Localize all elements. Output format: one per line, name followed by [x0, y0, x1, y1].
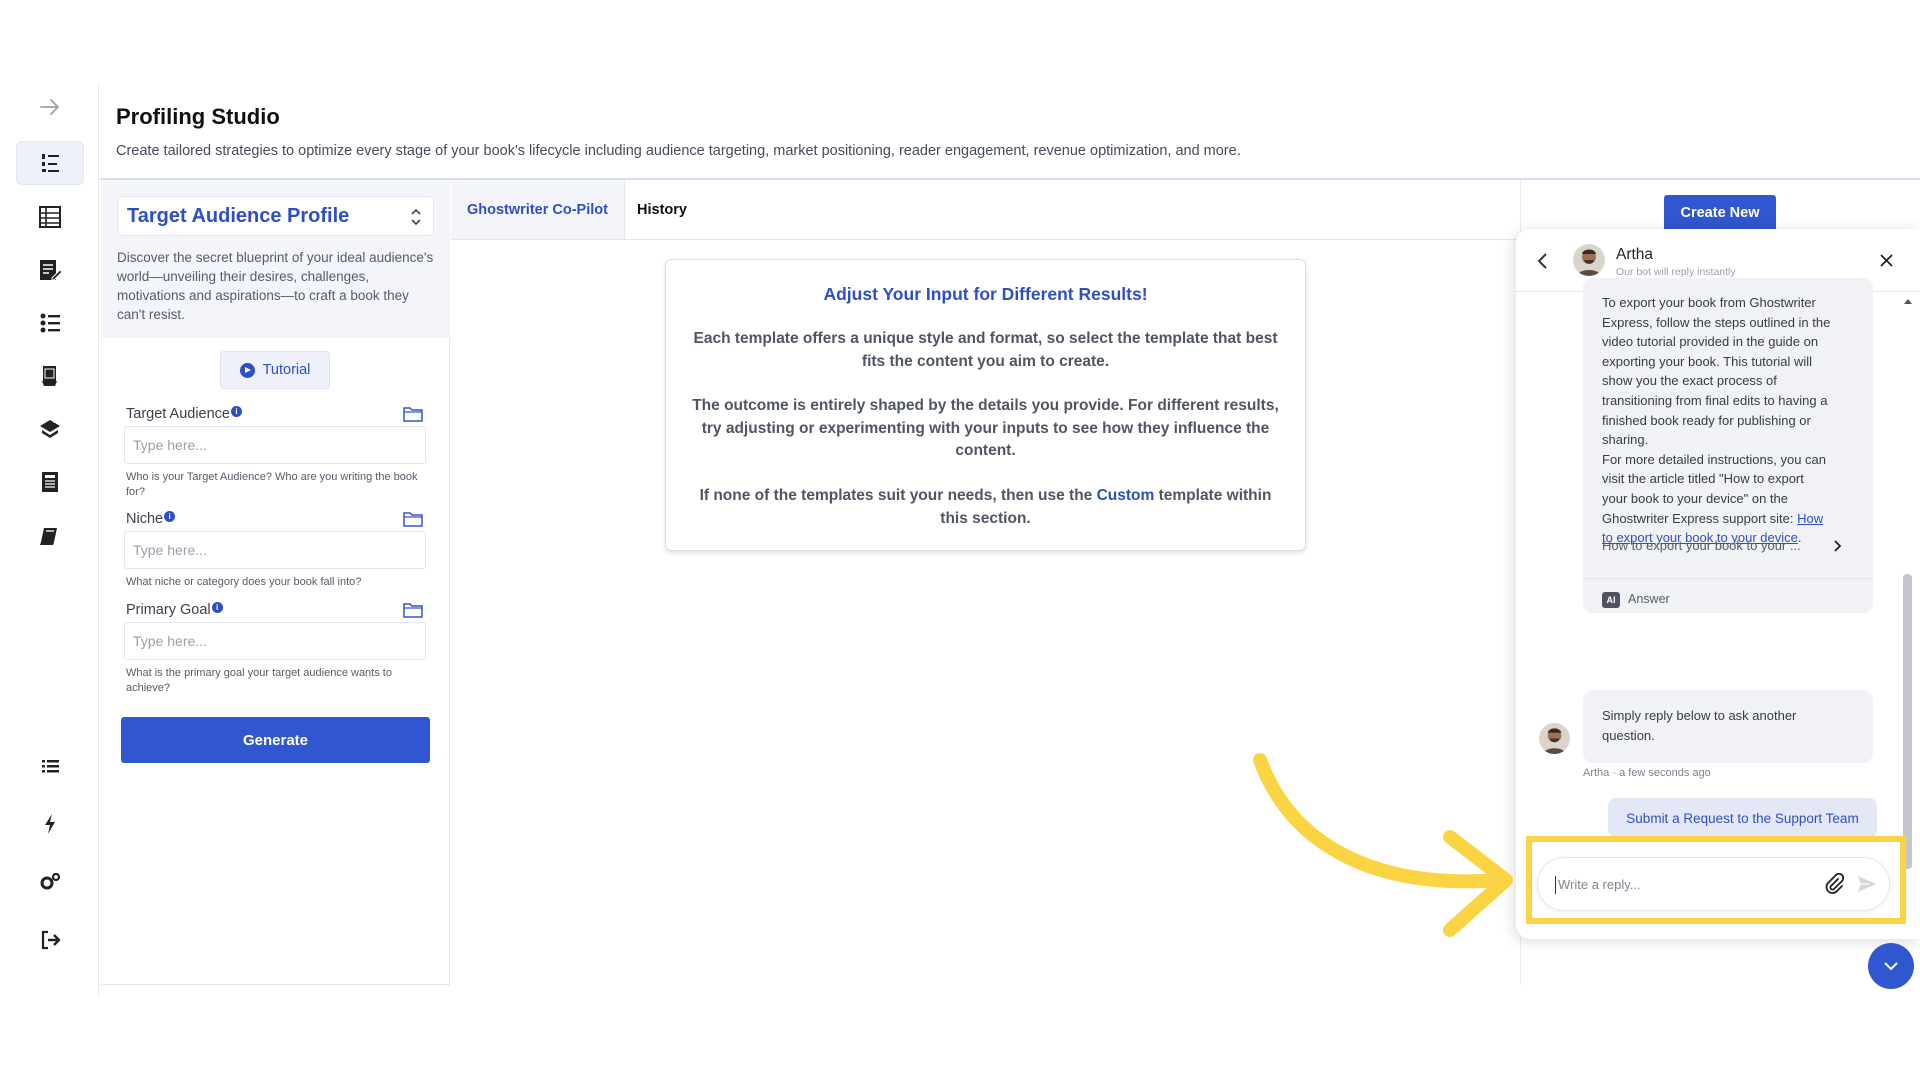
list-numbered-icon	[40, 313, 60, 333]
sidebar-item-lightning[interactable]	[16, 802, 84, 846]
sidebar-item-book[interactable]	[16, 514, 84, 558]
page-subtitle: Create tailored strategies to optimize e…	[116, 143, 1241, 159]
niche-help: What niche or category does your book fa…	[126, 576, 362, 588]
agent-name: Artha	[1616, 246, 1654, 263]
tab-bar: Ghostwriter Co-Pilot History	[451, 180, 1521, 240]
sidebar-item-book-stand[interactable]	[16, 354, 84, 398]
folder-icon[interactable]	[403, 511, 423, 527]
chevron-left-icon[interactable]	[1536, 251, 1550, 271]
chat-widget: Artha Our bot will reply instantly To ex…	[1516, 229, 1920, 939]
answer-message: To export your book from Ghostwriter Exp…	[1583, 278, 1873, 613]
followup-message: Simply reply below to ask another questi…	[1583, 690, 1873, 763]
sidebar-item-settings[interactable]	[16, 860, 84, 904]
avatar	[1539, 723, 1570, 754]
generate-button[interactable]: Generate	[121, 717, 430, 763]
sidebar-item-editor[interactable]	[16, 248, 84, 292]
sidebar-item-table[interactable]	[16, 195, 84, 239]
ai-answer-tag: AI Answer	[1602, 590, 1670, 610]
target-audience-label: Target Audience i	[126, 406, 242, 422]
answer-text: To export your book from Ghostwriter Exp…	[1602, 295, 1831, 546]
profile-type-select[interactable]: Target Audience Profile	[117, 196, 434, 236]
tab-history[interactable]: History	[637, 180, 687, 239]
info-card-para-3: If none of the templates suit your needs…	[699, 487, 1272, 527]
book-stand-icon	[42, 366, 57, 386]
list-icon	[42, 760, 59, 773]
scroll-up-arrow-icon[interactable]	[1904, 299, 1912, 304]
info-card-para-2: The outcome is entirely shaped by the de…	[692, 397, 1279, 459]
folder-icon[interactable]	[403, 602, 423, 618]
notebook-pencil-icon	[40, 418, 60, 438]
annotation-arrow-icon	[1253, 753, 1513, 937]
tutorial-label: Tutorial	[262, 362, 311, 378]
play-icon	[239, 362, 255, 378]
lightning-icon	[45, 814, 55, 834]
chevron-down-icon	[1884, 962, 1898, 971]
table-icon	[39, 206, 61, 228]
profile-form-panel: Target Audience Profile Discover the sec…	[101, 180, 450, 985]
folder-icon[interactable]	[403, 406, 423, 422]
list-ordered-icon	[42, 154, 59, 172]
sidebar-item-list[interactable]	[16, 744, 84, 788]
source-title: How to export your book to your ...	[1602, 538, 1801, 554]
chevron-right-icon	[1834, 540, 1842, 552]
chat-toggle-button[interactable]	[1868, 943, 1914, 989]
niche-input[interactable]	[124, 531, 426, 569]
sidebar-item-notebook[interactable]	[16, 407, 84, 451]
sidebar-item-newspaper[interactable]	[16, 460, 84, 504]
sidebar	[0, 85, 99, 995]
sidebar-item-outline[interactable]	[16, 301, 84, 345]
info-card: Adjust Your Input for Different Results!…	[665, 259, 1306, 551]
ai-badge: AI	[1602, 591, 1620, 608]
niche-label: Niche i	[126, 511, 176, 527]
agent-status: Our bot will reply instantly	[1616, 266, 1736, 278]
avatar	[1573, 244, 1605, 276]
info-icon[interactable]: i	[164, 511, 176, 522]
logout-icon	[41, 930, 61, 950]
arrow-right-icon	[40, 99, 59, 115]
tutorial-button[interactable]: Tutorial	[220, 351, 330, 389]
create-new-button[interactable]: Create New	[1664, 195, 1776, 231]
target-audience-input[interactable]	[124, 426, 426, 464]
highlight-box	[1526, 836, 1906, 924]
target-audience-help: Who is your Target Audience? Who are you…	[126, 471, 418, 498]
source-link-row[interactable]: How to export your book to your ...	[1602, 534, 1842, 558]
chevron-up-down-icon	[411, 208, 421, 226]
answer-label: Answer	[1628, 592, 1670, 606]
submit-support-request-button[interactable]: Submit a Request to the Support Team	[1608, 798, 1877, 838]
chat-scroll-thumb[interactable]	[1903, 574, 1912, 869]
close-icon[interactable]	[1878, 252, 1895, 269]
primary-goal-help: What is the primary goal your target aud…	[126, 667, 392, 694]
expand-sidebar-button[interactable]	[16, 85, 84, 129]
primary-goal-input[interactable]	[124, 622, 426, 660]
info-card-para-1: Each template offers a unique style and …	[693, 330, 1278, 370]
page-title: Profiling Studio	[116, 104, 280, 129]
custom-template-link[interactable]: Custom	[1097, 487, 1155, 504]
book-icon	[40, 528, 57, 545]
profile-type-value: Target Audience Profile	[127, 205, 350, 227]
info-icon[interactable]: i	[211, 602, 223, 613]
sidebar-item-profiling-studio[interactable]	[16, 141, 84, 185]
info-card-heading: Adjust Your Input for Different Results!	[823, 284, 1148, 304]
newspaper-icon	[42, 472, 58, 492]
cogs-icon	[40, 872, 61, 890]
profile-description: Discover the secret blueprint of your id…	[117, 250, 434, 322]
profile-header: Target Audience Profile Discover the sec…	[101, 180, 450, 338]
sidebar-item-logout[interactable]	[16, 918, 84, 962]
tab-ghostwriter-copilot[interactable]: Ghostwriter Co-Pilot	[451, 180, 625, 239]
primary-goal-label: Primary Goal i	[126, 602, 223, 618]
message-meta: Artha · a few seconds ago	[1583, 767, 1711, 779]
info-icon[interactable]: i	[231, 406, 242, 417]
edit-document-icon	[40, 260, 63, 281]
